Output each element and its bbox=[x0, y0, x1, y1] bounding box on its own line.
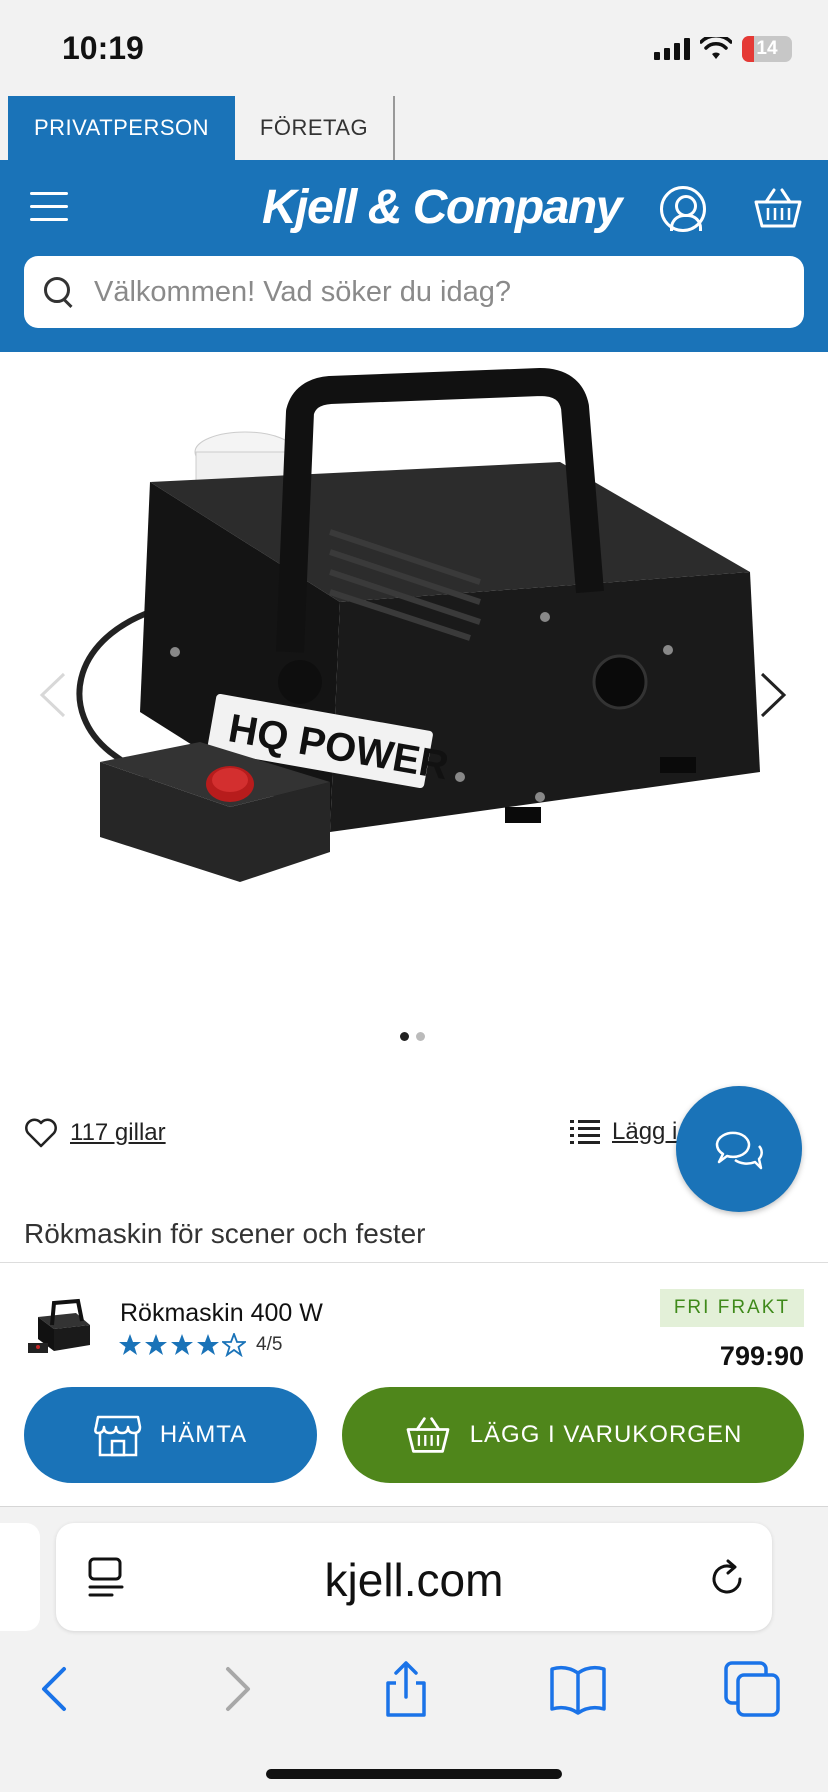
gallery-pagination[interactable] bbox=[400, 1032, 425, 1041]
sticky-product-name: Rökmaskin 400 W bbox=[120, 1299, 323, 1327]
free-shipping-badge: FRI FRAKT bbox=[659, 1289, 804, 1327]
list-icon bbox=[570, 1120, 600, 1144]
battery-icon: 14 bbox=[742, 36, 792, 62]
add-to-cart-button[interactable]: LÄGG I VARUKORGEN bbox=[342, 1387, 804, 1483]
gallery-dot-1[interactable] bbox=[400, 1032, 409, 1041]
wifi-icon bbox=[700, 37, 732, 59]
rating-text: 4/5 bbox=[256, 1334, 283, 1355]
product-thumbnail bbox=[28, 1298, 90, 1353]
status-icons: 14 bbox=[654, 36, 792, 62]
star-empty-icon bbox=[222, 1333, 246, 1357]
share-icon[interactable] bbox=[376, 1659, 436, 1719]
add-to-cart-label: LÄGG I VARUKORGEN bbox=[469, 1421, 743, 1448]
cellular-signal-icon bbox=[654, 38, 690, 60]
browser-toolbar bbox=[0, 1637, 828, 1737]
product-gallery[interactable]: HQ POWER bbox=[0, 352, 828, 1052]
store-icon bbox=[93, 1415, 142, 1457]
tabs-icon[interactable] bbox=[722, 1659, 782, 1719]
add-to-list-button[interactable]: Lägg i bbox=[570, 1118, 677, 1146]
star-full-icon bbox=[171, 1334, 193, 1355]
bookmarks-icon[interactable] bbox=[548, 1659, 608, 1719]
like-button[interactable]: 117 gillar bbox=[24, 1118, 166, 1148]
customer-type-tabs: PRIVATPERSON FÖRETAG bbox=[0, 96, 828, 160]
rating-stars: 4/5 bbox=[118, 1333, 282, 1357]
site-header: Kjell & Company bbox=[0, 160, 828, 352]
heart-icon bbox=[25, 1118, 57, 1148]
forward-icon[interactable] bbox=[206, 1659, 266, 1719]
address-bar[interactable]: kjell.com bbox=[56, 1523, 772, 1631]
basket-icon bbox=[406, 1417, 450, 1453]
site-logo[interactable]: Kjell & Company bbox=[262, 180, 622, 235]
likes-count: 117 gillar bbox=[70, 1119, 166, 1146]
account-icon[interactable] bbox=[660, 186, 706, 232]
back-icon[interactable] bbox=[26, 1659, 86, 1719]
url-text: kjell.com bbox=[324, 1554, 504, 1606]
star-full-icon bbox=[145, 1334, 167, 1355]
search-bar[interactable] bbox=[24, 256, 804, 328]
status-time: 10:19 bbox=[62, 30, 144, 66]
home-indicator bbox=[266, 1769, 562, 1779]
product-image: HQ POWER bbox=[76, 368, 760, 882]
chat-bubbles-icon bbox=[715, 1131, 763, 1170]
previous-tab-preview[interactable] bbox=[0, 1523, 40, 1631]
sticky-purchase-bar: Rökmaskin 400 W 4/5 FRI FRAKT 799:90 HÄM… bbox=[0, 1262, 828, 1506]
star-full-icon bbox=[197, 1334, 219, 1355]
pickup-button[interactable]: HÄMTA bbox=[24, 1387, 317, 1483]
reload-icon[interactable] bbox=[708, 1559, 746, 1597]
chat-button[interactable] bbox=[676, 1086, 802, 1212]
tab-privatperson[interactable]: PRIVATPERSON bbox=[8, 96, 235, 160]
star-full-icon bbox=[119, 1334, 141, 1355]
status-bar: 10:19 14 bbox=[0, 0, 828, 96]
cart-basket-icon[interactable] bbox=[752, 186, 804, 230]
product-description: Rökmaskin för scener och fester bbox=[24, 1218, 426, 1249]
hamburger-menu-icon[interactable] bbox=[30, 192, 68, 222]
search-icon bbox=[42, 275, 76, 309]
pickup-label: HÄMTA bbox=[159, 1421, 248, 1448]
browser-chrome: kjell.com bbox=[0, 1506, 828, 1792]
add-to-list-label: Lägg i bbox=[612, 1118, 678, 1145]
battery-level: 14 bbox=[756, 38, 778, 59]
search-input[interactable] bbox=[94, 275, 774, 309]
product-price: 799:90 bbox=[719, 1341, 804, 1371]
tab-foretag[interactable]: FÖRETAG bbox=[235, 96, 395, 160]
gallery-dot-2[interactable] bbox=[416, 1032, 425, 1041]
